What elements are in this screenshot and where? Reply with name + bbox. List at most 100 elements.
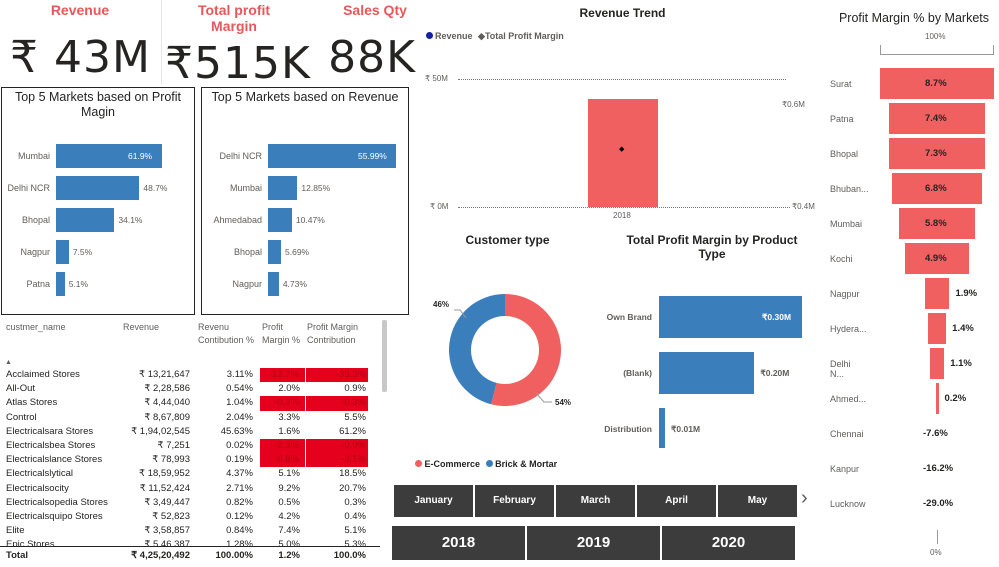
cell-rev-contrib: 2.04% [226, 411, 253, 423]
funnel-market-label: Bhopal [830, 149, 859, 159]
funnel-bar[interactable] [924, 278, 950, 309]
month-button-april[interactable]: April [637, 485, 716, 517]
month-button-may[interactable]: May [718, 485, 797, 517]
bar-value: 61.9% [128, 151, 153, 161]
product-bar-value: ₹0.20M [760, 368, 790, 378]
cell-pm: 4.2% [278, 511, 300, 522]
funnel-value: 8.7% [925, 78, 947, 89]
bar-row-bhopal[interactable]: Bhopal 34.1% [2, 208, 194, 232]
funnel-bar[interactable] [929, 348, 945, 379]
cell-name: Control [6, 411, 37, 423]
table-row[interactable]: Acclaimed Stores ₹ 13,21,647 3.11% -13.7% -3… [0, 368, 380, 383]
funnel-value: -29.0% [923, 498, 954, 509]
legend-brick-dot-icon [485, 460, 493, 467]
bar-row-delhi-ncr[interactable]: Delhi NCR 48.7% [2, 176, 194, 200]
col-header-pm-contrib[interactable]: Profit Margin Contribution [307, 321, 372, 347]
bar-row-patna[interactable]: Patna 5.1% [2, 272, 194, 296]
bar[interactable] [56, 240, 69, 264]
bar-row-bhopal[interactable]: Bhopal 5.69% [202, 240, 408, 264]
month-button-january[interactable]: January [394, 485, 473, 517]
cell-revenue: ₹ 8,67,809 [144, 411, 190, 423]
product-bar[interactable] [659, 408, 665, 448]
bar[interactable] [56, 176, 140, 200]
product-bar[interactable] [659, 352, 755, 394]
sort-asc-icon[interactable]: ▲ [5, 359, 12, 366]
table-row[interactable]: Elite ₹ 3,58,857 0.84% 7.4% 5.1% [0, 524, 380, 538]
bar-value: 5.1% [68, 279, 89, 289]
y-right-tick-bottom: ₹0.4M [792, 202, 815, 211]
cell-pm-contrib: -0.0% [306, 439, 368, 454]
table-row[interactable]: Electricalsquipo Stores ₹ 52,823 0.12% 4.2%… [0, 510, 380, 524]
funnel-value: 1.1% [950, 358, 972, 369]
legend-revenue: Revenue [435, 31, 473, 41]
funnel-market-label: Lucknow [830, 499, 866, 509]
funnel-bar[interactable] [927, 313, 947, 344]
col-header-revenue[interactable]: Revenue [123, 321, 159, 334]
bar-row-nagpur[interactable]: Nagpur 4.73% [202, 272, 408, 296]
cell-name: Electricalsquipo Stores [6, 511, 103, 522]
total-label: Total [6, 550, 28, 561]
funnel-value: 1.4% [952, 323, 974, 334]
funnel-bar[interactable] [935, 383, 939, 414]
col-header-profit-margin[interactable]: Profit Margin % [262, 321, 302, 347]
bar-label: Bhopal [233, 247, 262, 257]
bar-row-ahmedabad[interactable]: Ahmedabad 10.47% [202, 208, 408, 232]
bar[interactable] [56, 208, 115, 232]
total-pm-contrib: 100.0% [333, 550, 366, 561]
table-row[interactable]: All-Out ₹ 2,28,586 0.54% 2.0% 0.9% [0, 382, 380, 396]
bar[interactable] [268, 208, 292, 232]
cell-name: Electricalsbea Stores [6, 440, 96, 451]
table-row[interactable]: Control ₹ 8,67,809 2.04% 3.3% 5.5% [0, 411, 380, 425]
funnel-market-label: Bhuban... [830, 184, 869, 194]
cell-rev-contrib: 0.19% [226, 454, 253, 466]
product-bar-value: ₹0.30M [762, 312, 792, 322]
year-button-2019[interactable]: 2019 [527, 526, 660, 560]
funnel-bottom-label: 0% [930, 548, 942, 557]
bar-label: Ahmedabad [213, 215, 262, 225]
product-bar-value: ₹0.01M [671, 424, 701, 434]
table-row[interactable]: Electricalsopedia Stores ₹ 3,49,447 0.82% 0… [0, 496, 380, 510]
cell-revenue: ₹ 1,94,02,545 [131, 425, 190, 437]
kpi-sales-value: 88K [328, 32, 416, 83]
month-button-february[interactable]: February [475, 485, 554, 517]
bar[interactable] [56, 272, 65, 296]
bar-row-mumbai[interactable]: Mumbai 12.85% [202, 176, 408, 200]
col-header-rev-contrib[interactable]: Revenu Contibution % [198, 321, 258, 347]
cell-pm-contrib: 0.4% [344, 511, 366, 522]
table-row[interactable]: Atlas Stores ₹ 4,44,040 1.04% -0.3% -0.3% [0, 396, 380, 411]
funnel-top-bracket [880, 45, 994, 55]
cell-name: Electricalslance Stores [6, 454, 103, 466]
revenue-trend-title: Revenue Trend [579, 6, 666, 20]
table-scrollbar[interactable] [382, 320, 387, 392]
month-button-march[interactable]: March [556, 485, 635, 517]
bar-row-mumbai[interactable]: Mumbai 61.9% [2, 144, 194, 168]
total-rev-contrib: 100.00% [215, 550, 253, 561]
year-button-2018[interactable]: 2018 [392, 526, 525, 560]
customer-type-legend: E-Commerce Brick & Mortar [415, 459, 557, 469]
year-button-2020[interactable]: 2020 [662, 526, 795, 560]
bar[interactable] [268, 176, 298, 200]
y-left-tick-bottom: ₹ 0M [430, 202, 449, 211]
table-row[interactable]: Electricalsbea Stores ₹ 7,251 0.02% -2.3% -0… [0, 439, 380, 454]
bar[interactable] [268, 272, 279, 296]
cell-pm-contrib: 20.7% [339, 482, 366, 494]
profit-margin-marker-icon[interactable]: ◆ [619, 145, 624, 153]
revenue-bar-2018[interactable] [588, 99, 658, 207]
customer-table[interactable]: custmer_name Revenue Revenu Contibution … [0, 318, 392, 567]
bar[interactable] [268, 240, 281, 264]
cell-revenue: ₹ 13,21,647 [139, 369, 190, 380]
bar-row-nagpur[interactable]: Nagpur 7.5% [2, 240, 194, 264]
top5-revenue-title: Top 5 Markets based on Revenue [211, 90, 399, 104]
funnel-market-label: Surat [830, 79, 852, 89]
cell-rev-contrib: 1.04% [226, 397, 253, 409]
funnel-market-label: Nagpur [830, 289, 860, 299]
table-row[interactable]: Electricalsocity ₹ 11,52,424 2.71% 9.2% 20.7… [0, 482, 380, 496]
col-header-name[interactable]: custmer_name [6, 321, 66, 334]
product-category-label: Distribution [604, 424, 652, 434]
table-row[interactable]: Electricalsara Stores ₹ 1,94,02,545 45.63%… [0, 425, 380, 439]
table-row[interactable]: Electricalslance Stores ₹ 78,993 0.19% -0.8… [0, 453, 380, 468]
slicer-next-arrow-icon[interactable]: › [801, 486, 808, 510]
funnel-value: 5.8% [925, 218, 947, 229]
bar-row-delhi-ncr[interactable]: Delhi NCR 55.99% [202, 144, 408, 168]
table-row[interactable]: Electricalslytical ₹ 18,59,952 4.37% 5.1% 18… [0, 467, 380, 481]
